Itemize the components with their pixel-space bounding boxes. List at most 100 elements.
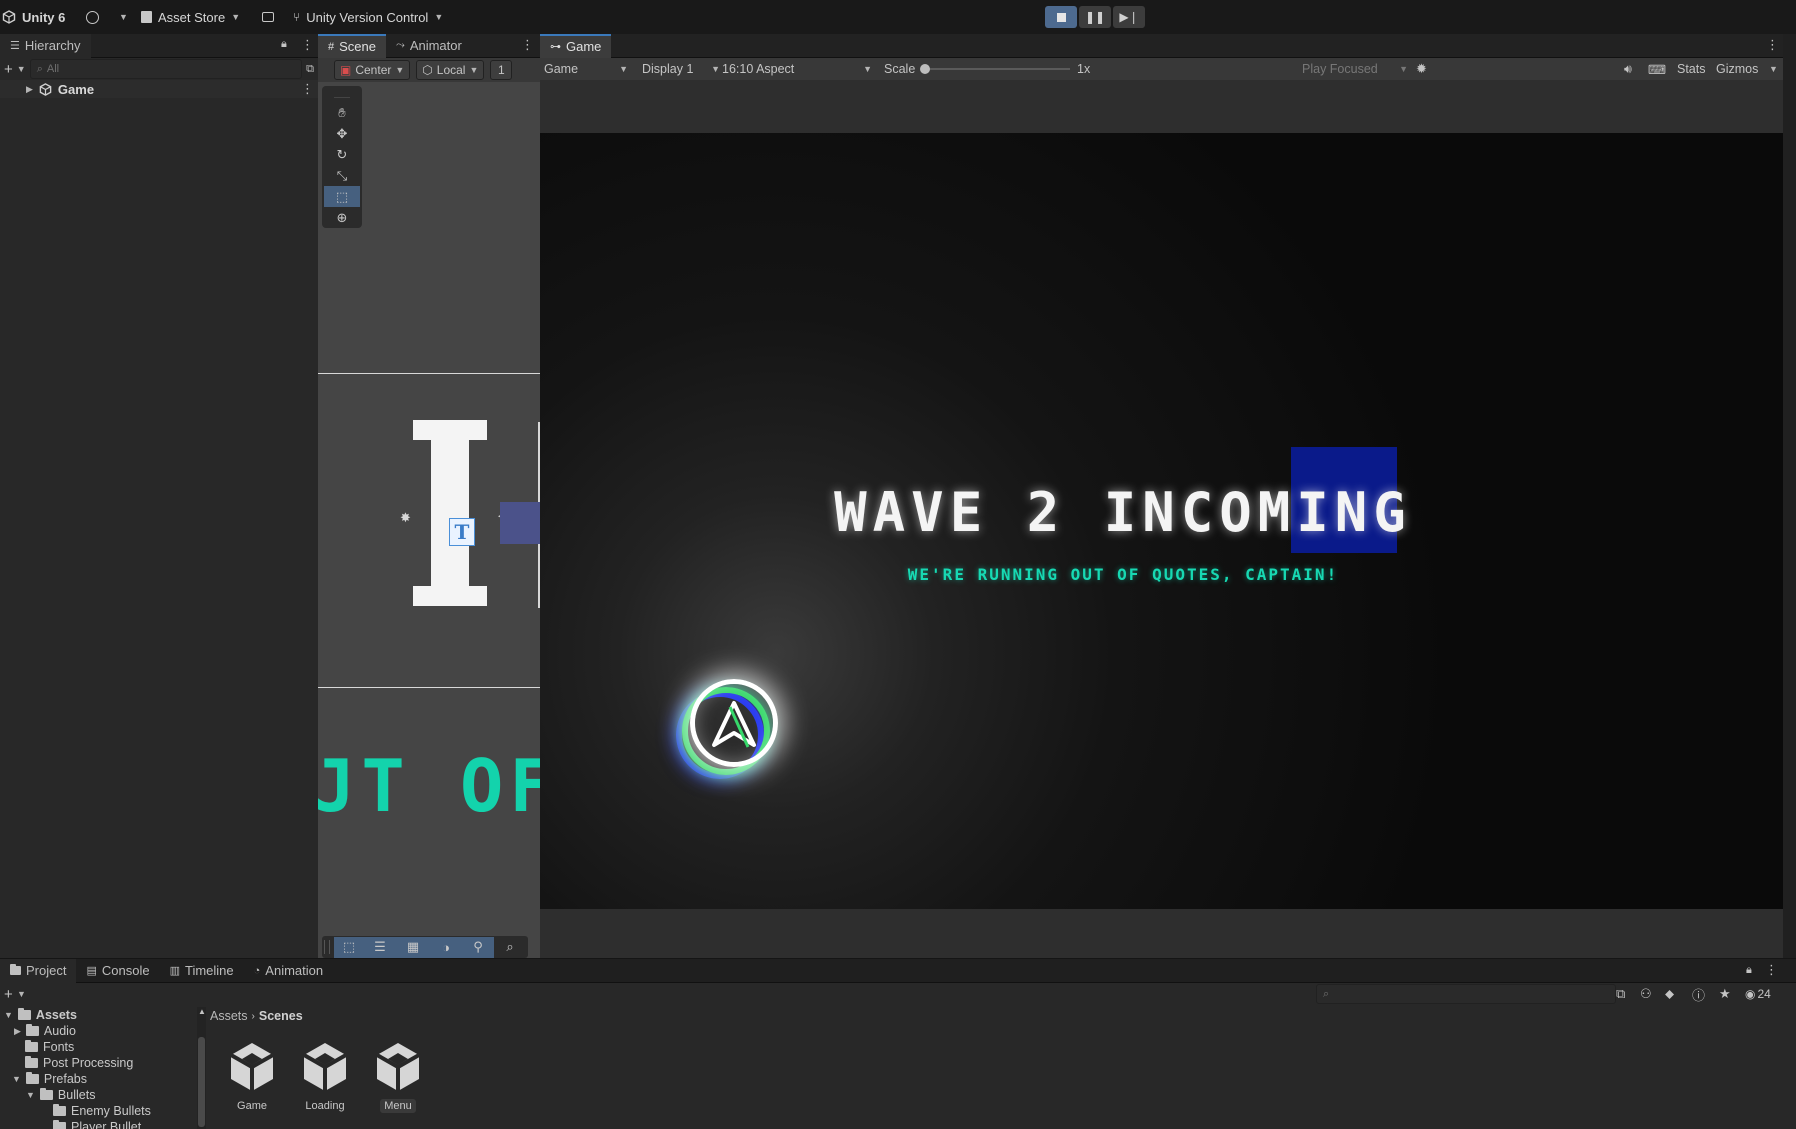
gizmo-overlay-icon[interactable]: ⚲ <box>462 936 494 958</box>
tree-item-enemy-bullets[interactable]: Enemy Bullets <box>0 1103 196 1119</box>
filter-icon[interactable]: ⚇ <box>1640 986 1652 1002</box>
project-search-field[interactable]: ⌕ <box>1316 984 1616 1004</box>
play-mode-dropdown[interactable]: Play Focused ▼ <box>1302 62 1408 76</box>
unity-logo-icon <box>2 10 16 24</box>
chevron-down-icon: ▼ <box>1399 64 1408 74</box>
label-icon[interactable]: ⬥ <box>1665 986 1674 1002</box>
grid-overlay-icon[interactable]: ▦ <box>396 936 430 958</box>
transform-tool-icon[interactable]: ⊕ <box>324 207 360 228</box>
tab-animation[interactable]: ◔ Animation <box>244 959 333 983</box>
hand-tool-icon[interactable]: ✋︎ <box>324 102 360 123</box>
info-icon[interactable]: ⓘ <box>1692 985 1705 1004</box>
chevron-down-icon: ▼ <box>434 12 444 22</box>
align-overlay-icon[interactable]: ☰ <box>364 936 396 958</box>
rect-tool-icon[interactable]: ⬚ <box>324 186 360 207</box>
unity-account-button[interactable]: Unity 6 <box>2 0 65 34</box>
keyboard-icon[interactable]: ⌨ <box>1648 62 1666 77</box>
clock-icon: ◔ <box>253 964 261 977</box>
chevron-right-icon[interactable]: ▶ <box>26 84 33 95</box>
tab-console[interactable]: ▤ Console <box>76 959 159 983</box>
tree-item-post-processing[interactable]: Post Processing <box>0 1055 196 1071</box>
overlay-toolbar: ⬚ ☰ ▦ ◑ ⚲ ⌕ <box>322 936 528 958</box>
more-options-icon[interactable]: ⋮ <box>301 81 314 97</box>
version-control-dropdown[interactable]: ⑂ Unity Version Control ▼ <box>293 0 443 34</box>
project-toolbar: + ▼ ⌕ ⧉ ⚇ ⬥ ⓘ ★ ◉ 24 <box>0 983 1796 1005</box>
chevron-up-icon[interactable]: ▲ <box>198 1007 206 1016</box>
chevron-right-icon[interactable]: ▶ <box>14 1026 21 1037</box>
add-icon[interactable]: + <box>4 61 13 78</box>
pivot-dropdown[interactable]: ▣ Center ▼ <box>334 60 411 80</box>
shading-overlay-icon[interactable]: ◑ <box>430 936 462 958</box>
chevron-down-icon[interactable]: ▼ <box>4 1010 13 1020</box>
tab-game[interactable]: ⊶ Game <box>540 33 612 58</box>
star-icon[interactable]: ★ <box>1719 986 1731 1002</box>
lock-icon[interactable]: 🔒︎ <box>281 38 287 51</box>
scene-viewport[interactable]: ✋︎ ✥ ↻ ⤡ ⬚ ⊕ T ◁ ✸ 🔈︎ <box>318 82 540 958</box>
gizmos-button[interactable]: Gizmos <box>1716 62 1758 76</box>
scale-tool-icon[interactable]: ⤡ <box>324 165 360 186</box>
tree-scrollbar-track[interactable]: ▲ <box>197 1007 206 1129</box>
space-dropdown[interactable]: ⬡ Local ▼ <box>416 60 485 80</box>
tab-hierarchy[interactable]: ☰ Hierarchy <box>0 33 91 58</box>
tab-project[interactable]: Project <box>0 958 77 983</box>
hidden-packages-toggle[interactable]: ◉ 24 <box>1745 987 1771 1001</box>
asset-item-menu[interactable]: Menu <box>366 1041 430 1113</box>
tree-item-fonts[interactable]: Fonts <box>0 1039 196 1055</box>
stats-button[interactable]: Stats <box>1677 62 1706 76</box>
hierarchy-row[interactable]: ▶ Game ⋮ <box>0 80 318 98</box>
more-options-icon[interactable]: ⋮ <box>521 37 534 53</box>
more-options-icon[interactable]: ⋮ <box>1766 37 1779 53</box>
zoom-overlay-icon[interactable]: ⌕ <box>494 937 526 958</box>
tree-item-audio[interactable]: ▶ Audio <box>0 1023 196 1039</box>
scene-search-icon[interactable]: ⧉ <box>306 63 314 76</box>
rotate-tool-icon[interactable]: ↻ <box>324 144 360 165</box>
text-component-icon[interactable]: T <box>449 518 475 546</box>
move-tool-icon[interactable]: ✥ <box>324 123 360 144</box>
overlay-handle[interactable] <box>324 940 330 954</box>
tab-animator[interactable]: ⤳ Animator <box>386 34 472 58</box>
tab-scene[interactable]: # Scene <box>318 33 386 58</box>
chevron-down-icon[interactable]: ▼ <box>1769 64 1778 74</box>
lock-icon[interactable]: 🔒︎ <box>1746 964 1752 977</box>
mute-audio-icon[interactable]: 🔊︎ <box>1624 62 1632 77</box>
cube-icon: ⬡ <box>422 63 433 77</box>
asset-item-loading[interactable]: Loading <box>293 1041 357 1113</box>
breadcrumb-item[interactable]: Scenes <box>259 1009 303 1023</box>
scale-slider-thumb[interactable] <box>920 64 930 74</box>
asset-item-game[interactable]: Game <box>220 1041 284 1113</box>
step-button[interactable]: ▶❘ <box>1113 6 1145 28</box>
scene-tabbar: # Scene ⤳ Animator ⋮ <box>318 33 540 58</box>
more-options-icon[interactable]: ⋮ <box>301 37 314 53</box>
stop-button[interactable] <box>1045 6 1077 28</box>
wave-headline: WAVE 2 INCOMING <box>834 481 1412 544</box>
breadcrumb-item[interactable]: Assets <box>210 1009 248 1023</box>
account-dropdown[interactable]: ▼ <box>86 0 128 34</box>
display-dropdown[interactable]: Display 1 ▼ <box>642 62 724 76</box>
tree-item-bullets[interactable]: ▼ Bullets <box>0 1087 196 1103</box>
chevron-down-icon[interactable]: ▼ <box>26 1090 35 1100</box>
aspect-dropdown[interactable]: 16:10 Aspect ▼ <box>722 62 876 76</box>
search-by-type-icon[interactable]: ⧉ <box>1616 986 1625 1002</box>
tree-item-assets[interactable]: ▼ Assets <box>0 1007 196 1023</box>
more-options-icon[interactable]: ⋮ <box>1765 962 1778 978</box>
tree-item-prefabs[interactable]: ▼ Prefabs <box>0 1071 196 1087</box>
rect-overlay-icon[interactable]: ⬚ <box>334 936 364 958</box>
tree-scrollbar-thumb[interactable] <box>198 1037 205 1127</box>
scale-slider[interactable] <box>920 64 1070 74</box>
hierarchy-toolbar: + ▼ ⌕ All ⧉ <box>0 58 318 80</box>
chevron-down-icon[interactable]: ▼ <box>12 1074 21 1084</box>
chevron-down-icon[interactable]: ▼ <box>17 989 26 999</box>
hierarchy-search-field[interactable]: ⌕ All <box>29 59 303 79</box>
tab-timeline[interactable]: ▥ Timeline <box>160 959 244 983</box>
palette-handle[interactable] <box>334 88 350 98</box>
add-icon[interactable]: + <box>4 986 13 1003</box>
tree-item-player-bullet[interactable]: Player Bullet <box>0 1119 196 1129</box>
pause-button[interactable]: ❚❚ <box>1079 6 1111 28</box>
chevron-down-icon[interactable]: ▼ <box>17 64 26 74</box>
game-viewport[interactable]: WAVE 2 INCOMING WE'RE RUNNING OUT OF QUO… <box>540 133 1783 909</box>
collab-button[interactable] <box>262 0 274 34</box>
snap-value-field[interactable]: 1 <box>490 60 513 80</box>
asset-store-button[interactable]: Asset Store ▼ <box>141 0 240 34</box>
game-view-dropdown[interactable]: Game ▼ <box>544 62 634 76</box>
bug-icon[interactable]: ✹ <box>1416 61 1427 77</box>
